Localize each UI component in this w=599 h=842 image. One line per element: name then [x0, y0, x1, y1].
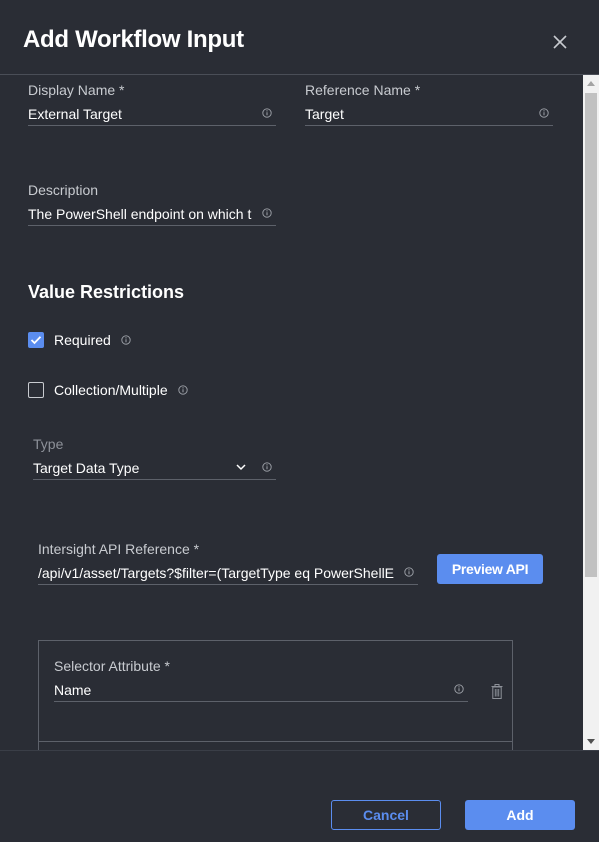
display-name-label: Display Name * [28, 82, 125, 98]
info-icon[interactable] [262, 108, 272, 118]
reference-name-label: Reference Name * [305, 82, 421, 98]
selector-attribute-field: Selector Attribute * Name [54, 658, 468, 702]
selector-divider [39, 741, 512, 742]
description-input[interactable]: The PowerShell endpoint on which t [28, 206, 276, 226]
display-name-value: External Target [28, 106, 122, 122]
display-name-field: Display Name * External Target [28, 82, 276, 126]
info-icon[interactable] [539, 108, 549, 118]
dialog-title: Add Workflow Input [23, 26, 244, 53]
api-reference-field: Intersight API Reference * /api/v1/asset… [38, 541, 418, 585]
info-icon[interactable] [177, 385, 188, 395]
collection-checkbox-row[interactable]: Collection/Multiple [28, 382, 188, 398]
type-select[interactable]: Target Data Type [33, 460, 276, 480]
reference-name-value: Target [305, 106, 344, 122]
selector-attribute-box: Selector Attribute * Name [38, 640, 513, 750]
collection-label: Collection/Multiple [54, 382, 168, 398]
info-icon[interactable] [404, 567, 414, 577]
info-icon[interactable] [262, 208, 272, 218]
description-label: Description [28, 182, 99, 198]
selector-attribute-value: Name [54, 682, 92, 698]
display-name-input[interactable]: External Target [28, 106, 276, 126]
required-checkbox-row[interactable]: Required [28, 332, 131, 348]
dialog-footer: Cancel Add [0, 750, 599, 842]
info-icon[interactable] [121, 335, 131, 345]
close-icon[interactable] [550, 32, 570, 52]
api-reference-input[interactable]: /api/v1/asset/Targets?$filter=(TargetTyp… [38, 565, 418, 585]
info-icon[interactable] [454, 684, 464, 694]
description-field: Description The PowerShell endpoint on w… [28, 182, 276, 226]
add-button[interactable]: Add [465, 800, 575, 830]
preview-api-button[interactable]: Preview API [437, 554, 543, 584]
dialog-body[interactable]: Display Name * External Target Reference… [0, 75, 599, 750]
dialog-header: Add Workflow Input [0, 0, 599, 75]
selector-attribute-input[interactable]: Name [54, 682, 468, 702]
reference-name-input[interactable]: Target [305, 106, 553, 126]
required-label: Required [54, 332, 111, 348]
api-reference-value: /api/v1/asset/Targets?$filter=(TargetTyp… [38, 565, 395, 581]
description-value: The PowerShell endpoint on which t [28, 206, 252, 222]
type-field: Type Target Data Type [33, 436, 276, 480]
trash-icon[interactable] [491, 684, 503, 699]
api-reference-label: Intersight API Reference * [38, 541, 200, 557]
cancel-button[interactable]: Cancel [331, 800, 441, 830]
scroll-down-arrow[interactable] [587, 739, 595, 744]
required-checkbox[interactable] [28, 332, 44, 348]
selector-attribute-label: Selector Attribute * [54, 658, 170, 674]
scrollbar-thumb[interactable] [585, 93, 597, 577]
info-icon[interactable] [262, 462, 272, 472]
checkmark-icon [30, 336, 42, 345]
value-restrictions-title: Value Restrictions [28, 282, 185, 302]
vertical-scrollbar[interactable] [583, 75, 599, 750]
close-button[interactable] [550, 32, 570, 52]
type-label: Type [33, 436, 64, 452]
reference-name-field: Reference Name * Target [305, 82, 553, 126]
chevron-down-icon[interactable] [236, 463, 246, 471]
collection-checkbox[interactable] [28, 382, 44, 398]
scroll-up-arrow[interactable] [587, 81, 595, 86]
